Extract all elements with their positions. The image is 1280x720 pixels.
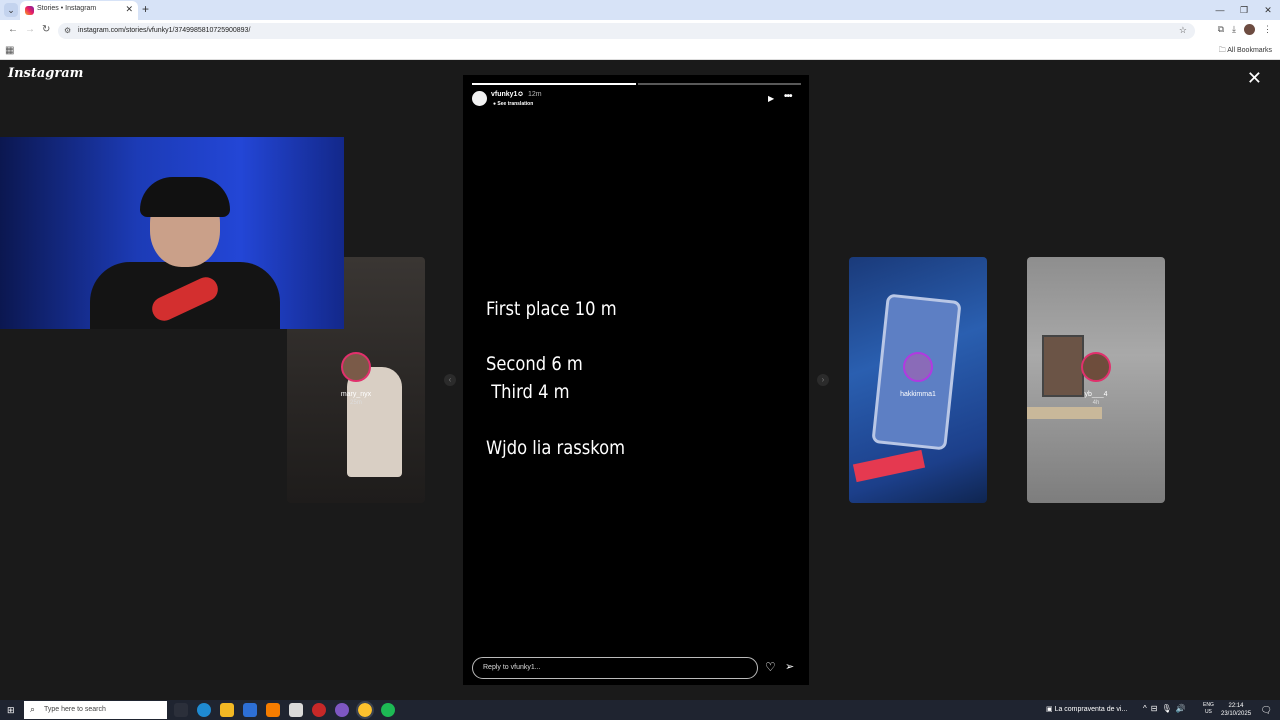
chrome-icon[interactable] bbox=[356, 701, 374, 719]
instagram-logo[interactable]: Instagram bbox=[8, 66, 83, 81]
news-widget[interactable]: ▣ La compraventa de vi... bbox=[1046, 705, 1127, 713]
tab-search-icon[interactable]: ⌄ bbox=[4, 3, 18, 17]
taskbar-search-placeholder: Type here to search bbox=[44, 706, 106, 713]
story-preview-figure bbox=[347, 367, 402, 477]
restore-icon[interactable]: ❐ bbox=[1232, 0, 1256, 20]
menu-icon[interactable]: ⋮ bbox=[1263, 24, 1272, 35]
all-bookmarks-link[interactable]: 🗀 All Bookmarks bbox=[1219, 46, 1272, 57]
windows-taskbar: ⊞ ⌕ Type here to search ▣ La compraventa… bbox=[0, 700, 1280, 720]
system-tray: ^ ⊟ 🎙 🔊 bbox=[1143, 704, 1186, 713]
task-view-icon[interactable] bbox=[174, 703, 188, 717]
tab-close-icon[interactable]: ✕ bbox=[125, 4, 133, 15]
downloads-icon[interactable]: ⤓ bbox=[1232, 24, 1236, 35]
tab-stories-instagram[interactable]: Stories • Instagram ✕ bbox=[20, 1, 138, 20]
see-translation-link[interactable]: ● See translation bbox=[493, 101, 533, 107]
site-info-icon[interactable]: ⚙ bbox=[64, 26, 71, 35]
extensions-icon[interactable]: ⧉ bbox=[1218, 24, 1224, 35]
side-story-yb-4[interactable]: yb___4 4h bbox=[1027, 257, 1165, 503]
story-text-line: Third 4 m bbox=[486, 381, 570, 403]
spotify-icon[interactable] bbox=[381, 703, 395, 717]
app-red-icon[interactable] bbox=[312, 703, 326, 717]
story-preview-shelf bbox=[1027, 407, 1102, 419]
progress-segment bbox=[637, 83, 801, 85]
reply-placeholder: Reply to vfunky1... bbox=[483, 664, 541, 671]
region-code: US bbox=[1204, 709, 1212, 715]
apps-grid-icon[interactable]: ▦ bbox=[5, 45, 14, 56]
taskbar-apps bbox=[174, 701, 395, 719]
new-tab-button[interactable]: + bbox=[142, 2, 149, 16]
story-preview-mirror bbox=[1042, 335, 1084, 397]
mic-icon[interactable]: 🎙 bbox=[1161, 704, 1171, 713]
address-toolbar: ← → ↻ ⚙ instagram.com/stories/vfunky1/37… bbox=[0, 20, 1280, 42]
side-story-hakkimma1[interactable]: hakkimma1 bbox=[849, 257, 987, 503]
verified-icon: ✪ bbox=[518, 92, 524, 98]
story-time: 12m bbox=[528, 91, 542, 98]
side-story-username: hakkimma1 bbox=[900, 391, 936, 398]
previous-story-icon[interactable]: ‹ bbox=[444, 374, 456, 386]
file-explorer-icon[interactable] bbox=[220, 703, 234, 717]
see-translation-label: See translation bbox=[497, 101, 534, 107]
app-a-icon[interactable] bbox=[266, 703, 280, 717]
main-story[interactable]: vfunky1 ✪ 12m ● See translation ▶ ••• Fi… bbox=[463, 75, 809, 685]
webcam-overlay bbox=[0, 137, 344, 329]
story-avatar[interactable] bbox=[472, 91, 487, 106]
send-icon[interactable]: ➢ bbox=[785, 660, 794, 673]
taskbar-search[interactable]: ⌕ Type here to search bbox=[24, 701, 167, 719]
volume-icon[interactable]: 🔊 bbox=[1176, 704, 1186, 713]
next-story-icon[interactable]: › bbox=[817, 374, 829, 386]
chevron-up-icon[interactable]: ^ bbox=[1143, 704, 1147, 713]
profile-avatar[interactable] bbox=[1244, 24, 1255, 35]
side-story-time: 25m bbox=[350, 400, 362, 406]
clock-date: 23/10/2025 bbox=[1221, 711, 1252, 717]
bookmark-star-icon[interactable]: ☆ bbox=[1179, 25, 1187, 36]
side-story-avatar bbox=[903, 352, 933, 382]
news-text: La compraventa de vi... bbox=[1054, 706, 1128, 713]
tab-title: Stories • Instagram bbox=[37, 5, 97, 12]
more-options-icon[interactable]: ••• bbox=[784, 91, 792, 102]
network-icon[interactable]: ⊟ bbox=[1151, 704, 1158, 713]
window-controls: — ❐ ✕ bbox=[1208, 0, 1280, 20]
clock-time: 22:14 bbox=[1228, 703, 1244, 709]
clock[interactable]: 22:14 23/10/2025 bbox=[1221, 702, 1251, 718]
url-text[interactable]: instagram.com/stories/vfunky1/3749985810… bbox=[78, 27, 250, 34]
side-story-avatar bbox=[341, 352, 371, 382]
outlook-icon[interactable] bbox=[243, 703, 257, 717]
language-code: ENG bbox=[1203, 702, 1214, 708]
story-username[interactable]: vfunky1 bbox=[491, 91, 517, 98]
bookmarks-bar: ▦ 🗀 All Bookmarks bbox=[0, 42, 1280, 60]
close-window-icon[interactable]: ✕ bbox=[1256, 0, 1280, 20]
stories-page: Instagram ✕ mary_nyx 25m ‹ › vfunky1 ✪ 1… bbox=[0, 60, 1280, 700]
all-bookmarks-label: All Bookmarks bbox=[1227, 47, 1272, 54]
omnibox[interactable]: ⚙ instagram.com/stories/vfunky1/37499858… bbox=[58, 23, 1195, 39]
notifications-icon[interactable]: 🗨 bbox=[1261, 705, 1272, 716]
side-story-time: 4h bbox=[1092, 400, 1100, 406]
browser-tab-bar: ⌄ Stories • Instagram ✕ + — ❐ ✕ bbox=[0, 0, 1280, 20]
windows-start-icon[interactable]: ⊞ bbox=[7, 705, 15, 716]
forward-icon[interactable]: → bbox=[25, 24, 35, 35]
side-story-username: mary_nyx bbox=[340, 391, 372, 398]
story-text-line: Second 6 m bbox=[486, 353, 583, 375]
webcam-person-cap bbox=[140, 177, 230, 217]
app-purple-icon[interactable] bbox=[335, 703, 349, 717]
reply-input[interactable]: Reply to vfunky1... bbox=[472, 657, 758, 679]
minimize-icon[interactable]: — bbox=[1208, 0, 1232, 20]
toolbar-right: ⧉ ⤓ ⋮ bbox=[1218, 24, 1272, 35]
play-icon[interactable]: ▶ bbox=[768, 94, 774, 103]
story-text-line: Wjdo lia rasskom bbox=[486, 437, 626, 459]
close-stories-icon[interactable]: ✕ bbox=[1247, 68, 1262, 89]
store-icon[interactable] bbox=[289, 703, 303, 717]
search-icon: ⌕ bbox=[30, 704, 36, 714]
edge-icon[interactable] bbox=[197, 703, 211, 717]
progress-segment bbox=[472, 83, 636, 85]
side-story-username: yb___4 bbox=[1084, 391, 1108, 398]
language-indicator[interactable]: ENG US bbox=[1203, 702, 1214, 716]
story-preview-banner bbox=[852, 449, 926, 483]
back-icon[interactable]: ← bbox=[8, 24, 18, 35]
story-text-line: First place 10 m bbox=[486, 298, 617, 320]
story-progress-bar bbox=[472, 83, 801, 85]
reload-icon[interactable]: ↻ bbox=[42, 24, 50, 35]
like-heart-icon[interactable]: ♡ bbox=[765, 660, 776, 674]
instagram-favicon-icon bbox=[25, 6, 34, 15]
side-story-avatar bbox=[1081, 352, 1111, 382]
